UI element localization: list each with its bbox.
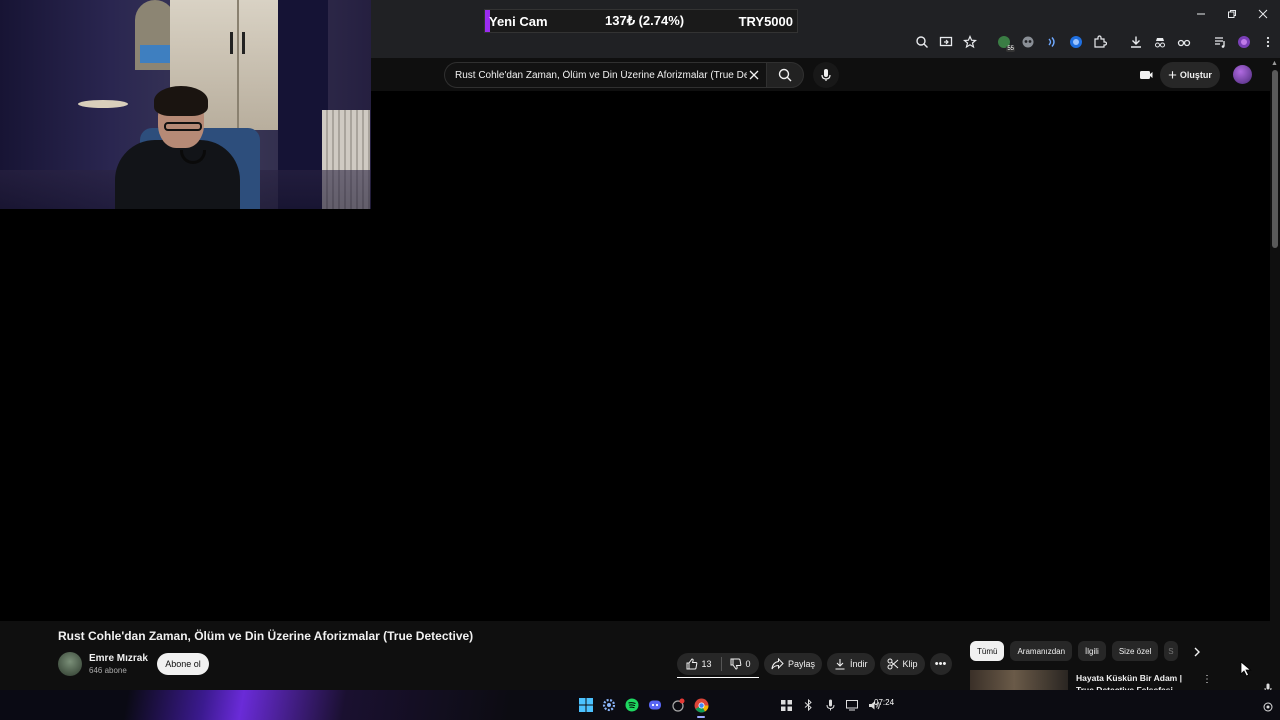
chrome-icon[interactable] (690, 694, 712, 718)
create-button[interactable]: + Oluştur (1160, 62, 1220, 88)
thumbs-up-icon (686, 658, 698, 670)
chip-all[interactable]: Tümü (970, 641, 1005, 661)
create-label: Oluştur (1179, 70, 1212, 80)
browser-menu-icon[interactable] (1256, 30, 1280, 54)
spotify-icon[interactable] (621, 694, 643, 716)
taskbar-clock[interactable]: 07:24 (874, 698, 894, 707)
recommendation-menu-icon[interactable]: ⋮ (1202, 673, 1212, 685)
scroll-up-arrow-icon[interactable]: ▲ (1271, 60, 1278, 67)
zoom-icon[interactable] (910, 30, 934, 54)
scrollbar-thumb[interactable] (1272, 70, 1278, 248)
like-dislike-group: 13 0 (677, 653, 759, 678)
window-controls (1185, 0, 1278, 28)
extension-badge: 55 (1006, 46, 1015, 52)
download-button[interactable]: İndir (827, 653, 875, 675)
search-input[interactable]: Rust Cohle'dan Zaman, Ölüm ve Din Üzerin… (444, 62, 766, 88)
extensions-puzzle-icon[interactable] (1088, 30, 1112, 54)
download-icon[interactable] (1124, 30, 1148, 54)
subscribe-button[interactable]: Abone ol (157, 653, 209, 675)
clip-label: Klip (902, 659, 918, 669)
ticker-name: Yeni Cam (489, 13, 548, 29)
chip-truncated[interactable]: S (1164, 641, 1179, 661)
minimize-button[interactable] (1185, 0, 1216, 28)
windows-taskbar (0, 690, 1280, 720)
camera-plus-icon[interactable] (1136, 66, 1156, 84)
like-button[interactable]: 13 (677, 653, 721, 675)
stream-ticker: Yeni Cam 137₺ (2.74%) TRY5000 (484, 9, 798, 33)
related-filter-chips: Tümü Aramanızdan İlgili Size özel S (970, 641, 1184, 661)
cast-icon[interactable] (934, 30, 958, 54)
taskbar-apps (575, 694, 713, 718)
notification-app-icon[interactable] (667, 694, 689, 716)
like-count: 13 (701, 659, 712, 669)
more-horizontal-icon: ••• (934, 658, 947, 670)
page-scrollbar[interactable]: ▲ (1270, 58, 1280, 690)
share-label: Paylaş (788, 659, 816, 669)
account-avatar[interactable] (1233, 65, 1252, 84)
chip-from-search[interactable]: Aramanızdan (1010, 641, 1073, 661)
voice-search-button[interactable] (813, 62, 839, 88)
channel-name[interactable]: Emre Mızrak (89, 653, 148, 664)
settings-gear-app-icon[interactable] (598, 694, 620, 716)
system-tray (776, 694, 886, 716)
recommendation-title[interactable]: Hayata Küskün Bir Adam | True Detective … (1076, 672, 1200, 692)
ticker-price: TRY5000 (738, 13, 793, 29)
channel-avatar[interactable] (58, 652, 82, 676)
video-title: Rust Cohle'dan Zaman, Ölüm ve Din Üzerin… (58, 629, 474, 643)
dislike-button[interactable]: 0 (722, 653, 759, 675)
scissors-icon (887, 658, 898, 670)
share-icon (771, 658, 784, 670)
search-icon (778, 68, 792, 82)
extensions-row: 55 (910, 30, 1280, 54)
bluetooth-icon[interactable] (798, 694, 818, 716)
display-tray-icon[interactable] (842, 694, 862, 716)
chip-related[interactable]: İlgili (1078, 641, 1106, 661)
notification-center-icon[interactable] (1262, 701, 1274, 713)
windows-start-icon[interactable] (575, 694, 597, 716)
microphone-tray-icon[interactable] (820, 694, 840, 716)
dislike-count: 0 (745, 659, 751, 669)
close-window-button[interactable] (1247, 0, 1278, 28)
download-label: İndir (850, 659, 868, 669)
glasses-icon[interactable] (1172, 30, 1196, 54)
restore-button[interactable] (1216, 0, 1247, 28)
extension-blue-icon[interactable] (1064, 30, 1088, 54)
chip-for-you[interactable]: Size özel (1111, 641, 1159, 661)
recommendation-thumbnail[interactable] (970, 670, 1068, 690)
media-queue-icon[interactable] (1208, 30, 1232, 54)
subscriber-count: 646 abone (89, 666, 127, 675)
extension-green-icon[interactable]: 55 (992, 30, 1016, 54)
thumbs-down-icon (730, 658, 742, 670)
extension-mask-icon[interactable] (1016, 30, 1040, 54)
clip-button[interactable]: Klip (879, 653, 925, 675)
mouse-cursor-icon (1240, 661, 1252, 677)
search-query[interactable]: Rust Cohle'dan Zaman, Ölüm ve Din Üzerin… (455, 70, 747, 81)
incognito-ext-icon[interactable] (1148, 30, 1172, 54)
tray-apps-icon[interactable] (776, 694, 796, 716)
chevron-right-icon[interactable] (1190, 645, 1204, 659)
discord-icon[interactable] (644, 694, 666, 716)
clear-search-icon[interactable] (746, 67, 762, 83)
webcam-overlay (0, 0, 371, 209)
ticker-change: 137₺ (2.74%) (605, 13, 685, 28)
plus-icon: + (1168, 66, 1177, 84)
video-actions: 13 0 Paylaş İndir Klip ••• (677, 653, 952, 678)
more-actions-button[interactable]: ••• (929, 653, 952, 675)
search-button[interactable] (766, 62, 804, 88)
profile-icon[interactable] (1232, 30, 1256, 54)
bookmark-star-icon[interactable] (958, 30, 982, 54)
download-arrow-icon (835, 659, 845, 670)
share-button[interactable]: Paylaş (764, 653, 823, 675)
extension-audio-icon[interactable] (1040, 30, 1064, 54)
mic-icon (821, 69, 831, 81)
